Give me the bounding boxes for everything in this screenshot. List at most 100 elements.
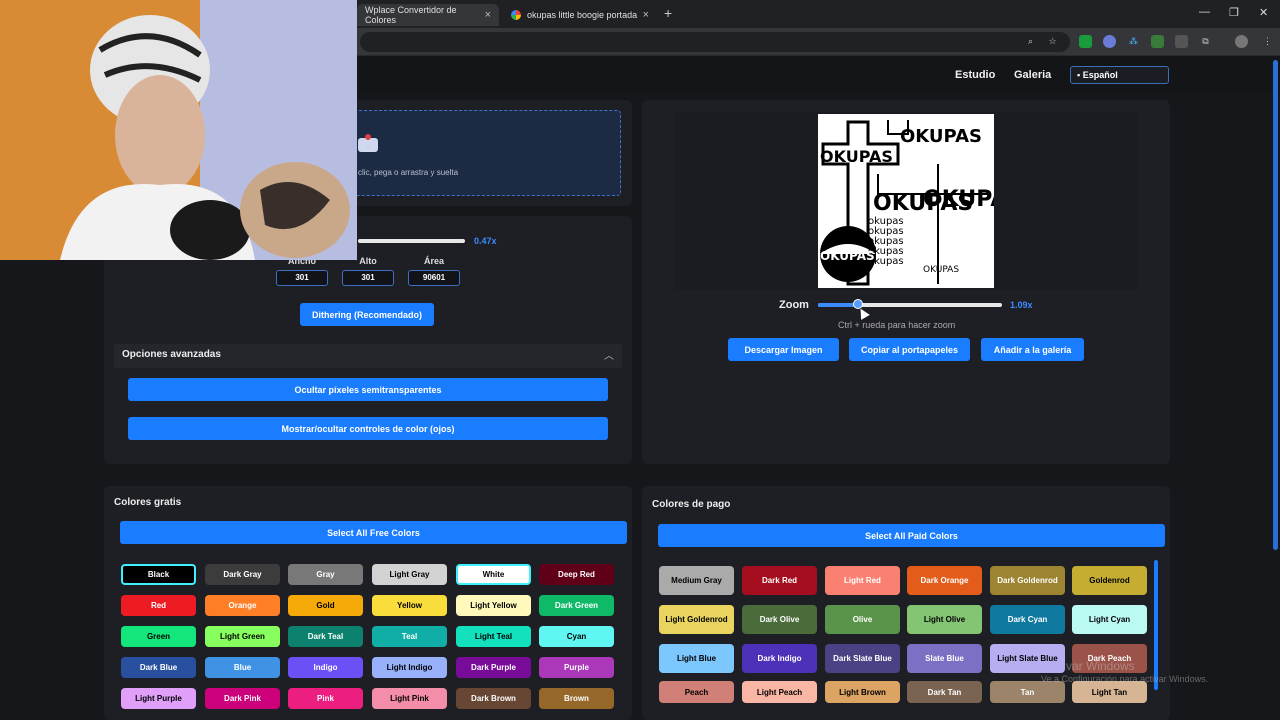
free-color-chip[interactable]: Dark Green <box>539 595 614 616</box>
paid-color-chip[interactable]: Medium Gray <box>659 566 734 595</box>
copy-clipboard-button[interactable]: Copiar al portapapeles <box>849 338 970 361</box>
minimize-button[interactable]: — <box>1199 6 1210 18</box>
page-scrollbar[interactable] <box>1273 60 1278 550</box>
width-input[interactable]: 301 <box>276 270 328 286</box>
free-color-chip[interactable]: White <box>456 564 531 585</box>
hide-transparent-button[interactable]: Ocultar píxeles semitransparentes <box>128 378 608 401</box>
bookmark-star-icon[interactable]: ☆ <box>1046 35 1059 48</box>
paid-color-chip[interactable]: Dark Red <box>742 566 817 595</box>
upload-hint: clic, pega o arrastra y suelta <box>358 168 459 177</box>
free-color-chip[interactable]: Red <box>121 595 196 616</box>
free-color-chip[interactable]: Dark Gray <box>205 564 280 585</box>
free-color-chip[interactable]: Brown <box>539 688 614 709</box>
free-color-chip[interactable]: Teal <box>372 626 447 647</box>
more-menu-icon[interactable]: ⋮ <box>1261 35 1274 48</box>
free-color-chip[interactable]: Dark Teal <box>288 626 363 647</box>
free-color-chip[interactable]: Light Purple <box>121 688 196 709</box>
free-color-chip[interactable]: Green <box>121 626 196 647</box>
chevron-up-icon[interactable]: ︿ <box>604 347 614 362</box>
download-image-button[interactable]: Descargar Imagen <box>728 338 839 361</box>
free-color-chip[interactable]: Blue <box>205 657 280 678</box>
toggle-eyes-button[interactable]: Mostrar/ocultar controles de color (ojos… <box>128 417 608 440</box>
close-tab-icon[interactable]: × <box>485 9 491 21</box>
free-color-chip[interactable]: Black <box>121 564 196 585</box>
paid-color-chip[interactable]: Dark Olive <box>742 605 817 634</box>
nav-galeria[interactable]: Galeria <box>1014 69 1051 81</box>
profile-avatar[interactable] <box>1235 35 1248 48</box>
close-window-button[interactable]: ✕ <box>1259 6 1268 19</box>
free-color-chip[interactable]: Gray <box>288 564 363 585</box>
free-color-chip[interactable]: Light Teal <box>456 626 531 647</box>
free-color-chip[interactable]: Indigo <box>288 657 363 678</box>
paid-color-chip[interactable]: Dark Cyan <box>990 605 1065 634</box>
paid-color-chip[interactable]: Dark Orange <box>907 566 982 595</box>
paid-color-chip[interactable]: Dark Indigo <box>742 644 817 673</box>
tab-okupas[interactable]: okupas little boogie portada - I × <box>503 4 657 26</box>
free-color-chip[interactable]: Purple <box>539 657 614 678</box>
free-color-chip[interactable]: Deep Red <box>539 564 614 585</box>
webcam-overlay <box>0 0 357 260</box>
paid-color-chip[interactable]: Dark Tan <box>907 681 982 703</box>
extension-icon[interactable] <box>1079 35 1092 48</box>
paid-color-chip[interactable]: Light Brown <box>825 681 900 703</box>
free-color-chip[interactable]: Dark Pink <box>205 688 280 709</box>
artwork-text: OKUPAS <box>820 147 893 166</box>
free-color-chip[interactable]: Dark Purple <box>456 657 531 678</box>
extension-icon[interactable] <box>1151 35 1164 48</box>
paid-color-chip[interactable]: Light Red <box>825 566 900 595</box>
webcam-person-image <box>0 0 357 260</box>
close-tab-icon[interactable]: × <box>643 9 649 21</box>
free-color-chip[interactable]: Orange <box>205 595 280 616</box>
extension-icon[interactable] <box>1103 35 1116 48</box>
free-color-chip[interactable]: Gold <box>288 595 363 616</box>
language-select[interactable]: ▪ Español <box>1070 66 1169 84</box>
paid-color-chip[interactable]: Light Blue <box>659 644 734 673</box>
tab-label: Wplace Convertidor de Colores <box>365 5 457 25</box>
nav-estudio[interactable]: Estudio <box>955 69 995 81</box>
paid-color-chip[interactable]: Slate Blue <box>907 644 982 673</box>
dithering-button[interactable]: Dithering (Recomendado) <box>300 303 434 326</box>
free-color-chip[interactable]: Yellow <box>372 595 447 616</box>
free-color-chip[interactable]: Light Yellow <box>456 595 531 616</box>
paid-color-chip[interactable]: Peach <box>659 681 734 703</box>
artwork-text: OKUPAS <box>923 187 994 212</box>
new-tab-button[interactable]: + <box>664 5 672 21</box>
free-color-chip[interactable]: Light Green <box>205 626 280 647</box>
paid-color-chip[interactable]: Light Slate Blue <box>990 644 1065 673</box>
zoom-slider[interactable] <box>818 299 1002 309</box>
paid-color-chip[interactable]: Light Goldenrod <box>659 605 734 634</box>
extension-icon[interactable]: ⁂ <box>1127 35 1140 48</box>
paid-color-chip[interactable]: Light Peach <box>742 681 817 703</box>
paid-color-chip[interactable]: Dark Goldenrod <box>990 566 1065 595</box>
free-color-chip[interactable]: Dark Blue <box>121 657 196 678</box>
free-color-chip[interactable]: Cyan <box>539 626 614 647</box>
scale-slider[interactable] <box>358 239 465 243</box>
puzzle-icon[interactable]: ⧉ <box>1199 35 1212 48</box>
scale-value: 0.47x <box>474 236 497 246</box>
tab-wplace[interactable]: Wplace Convertidor de Colores × <box>357 4 499 26</box>
url-field[interactable] <box>360 32 1070 52</box>
paid-colors-scrollbar[interactable] <box>1154 560 1158 690</box>
free-color-chip[interactable]: Light Indigo <box>372 657 447 678</box>
artwork-text: OKUPAS <box>923 265 959 275</box>
upload-dropzone[interactable] <box>340 110 621 196</box>
free-color-chip[interactable]: Dark Brown <box>456 688 531 709</box>
select-all-free-button[interactable]: Select All Free Colors <box>120 521 627 544</box>
free-color-chip[interactable]: Light Gray <box>372 564 447 585</box>
height-input[interactable]: 301 <box>342 270 394 286</box>
area-input[interactable]: 90601 <box>408 270 460 286</box>
paid-color-chip[interactable]: Light Cyan <box>1072 605 1147 634</box>
paid-color-chip[interactable]: Tan <box>990 681 1065 703</box>
paid-color-chip[interactable]: Light Olive <box>907 605 982 634</box>
add-to-gallery-button[interactable]: Añadir a la galería <box>981 338 1084 361</box>
extension-icon[interactable] <box>1175 35 1188 48</box>
paid-color-chip[interactable]: Olive <box>825 605 900 634</box>
paid-color-chip[interactable]: Dark Slate Blue <box>825 644 900 673</box>
paid-color-chip[interactable]: Light Tan <box>1072 681 1147 703</box>
maximize-button[interactable]: ❐ <box>1229 6 1239 19</box>
select-all-paid-button[interactable]: Select All Paid Colors <box>658 524 1165 547</box>
free-color-chip[interactable]: Pink <box>288 688 363 709</box>
free-color-chip[interactable]: Light Pink <box>372 688 447 709</box>
zoom-icon[interactable]: ⌕ <box>1024 35 1037 48</box>
paid-color-chip[interactable]: Goldenrod <box>1072 566 1147 595</box>
